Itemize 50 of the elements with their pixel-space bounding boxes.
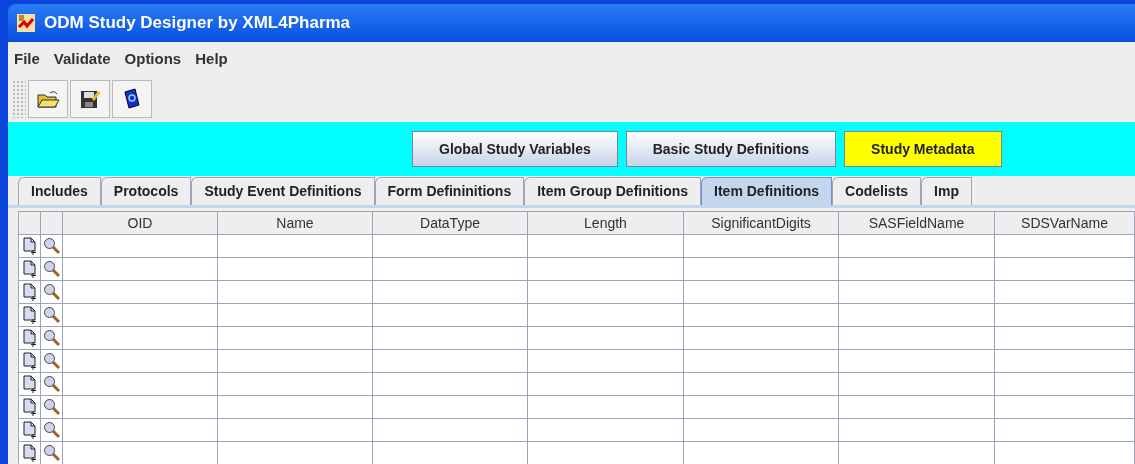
- magnifier-icon[interactable]: [42, 444, 61, 462]
- tab[interactable]: Imp: [921, 177, 972, 205]
- new-document-icon[interactable]: [22, 352, 37, 370]
- new-document-icon[interactable]: [22, 329, 37, 347]
- new-document-icon[interactable]: [22, 375, 37, 393]
- column-header[interactable]: SignificantDigits: [684, 212, 839, 234]
- section-button[interactable]: Basic Study Definitions: [625, 131, 837, 167]
- new-document-icon[interactable]: [22, 260, 37, 278]
- magnifier-icon[interactable]: [42, 260, 61, 278]
- magnifier-icon[interactable]: [42, 306, 61, 324]
- toolbar-button[interactable]: [70, 80, 110, 118]
- tab[interactable]: Form Defininitions: [374, 177, 525, 205]
- floppy-disk-icon: [79, 88, 101, 110]
- column-header[interactable]: Name: [218, 212, 373, 234]
- help-book-icon: [122, 88, 142, 110]
- new-document-icon[interactable]: [22, 306, 37, 324]
- new-document-icon[interactable]: [22, 237, 37, 255]
- new-document-icon[interactable]: [22, 283, 37, 301]
- window-title: ODM Study Designer by XML4Pharma: [44, 12, 351, 35]
- section-button[interactable]: Global Study Variables: [412, 131, 618, 167]
- menu-item[interactable]: File: [14, 47, 40, 71]
- menu-item[interactable]: Help: [195, 47, 228, 71]
- folder-icon: [36, 89, 60, 109]
- magnifier-icon[interactable]: [42, 352, 61, 370]
- tab[interactable]: Item Group Definitions: [524, 177, 702, 205]
- new-document-icon[interactable]: [22, 444, 37, 462]
- tab[interactable]: Item Definitions: [701, 177, 833, 205]
- app-logo-icon: [16, 13, 36, 33]
- new-document-icon[interactable]: [22, 421, 37, 439]
- section-button[interactable]: Study Metadata: [844, 131, 1002, 167]
- magnifier-icon[interactable]: [42, 329, 61, 347]
- column-header[interactable]: Length: [528, 212, 684, 234]
- menu-item[interactable]: Options: [124, 47, 182, 71]
- column-header[interactable]: SASFieldName: [839, 212, 995, 234]
- tab[interactable]: Protocols: [100, 177, 192, 205]
- column-header[interactable]: DataType: [373, 212, 528, 234]
- tab[interactable]: Codelists: [832, 177, 922, 205]
- magnifier-icon[interactable]: [42, 421, 61, 439]
- magnifier-icon[interactable]: [42, 237, 61, 255]
- magnifier-icon[interactable]: [42, 283, 61, 301]
- menu-item[interactable]: Validate: [53, 47, 111, 71]
- magnifier-icon[interactable]: [42, 375, 61, 393]
- new-document-icon[interactable]: [22, 398, 37, 416]
- column-header[interactable]: OID: [63, 212, 218, 234]
- column-header[interactable]: SDSVarName: [995, 212, 1135, 234]
- tab[interactable]: Includes: [18, 177, 101, 205]
- magnifier-icon[interactable]: [42, 398, 61, 416]
- toolbar-button[interactable]: [112, 80, 152, 118]
- toolbar-grip[interactable]: [12, 80, 26, 118]
- tab[interactable]: Study Event Definitions: [191, 177, 375, 205]
